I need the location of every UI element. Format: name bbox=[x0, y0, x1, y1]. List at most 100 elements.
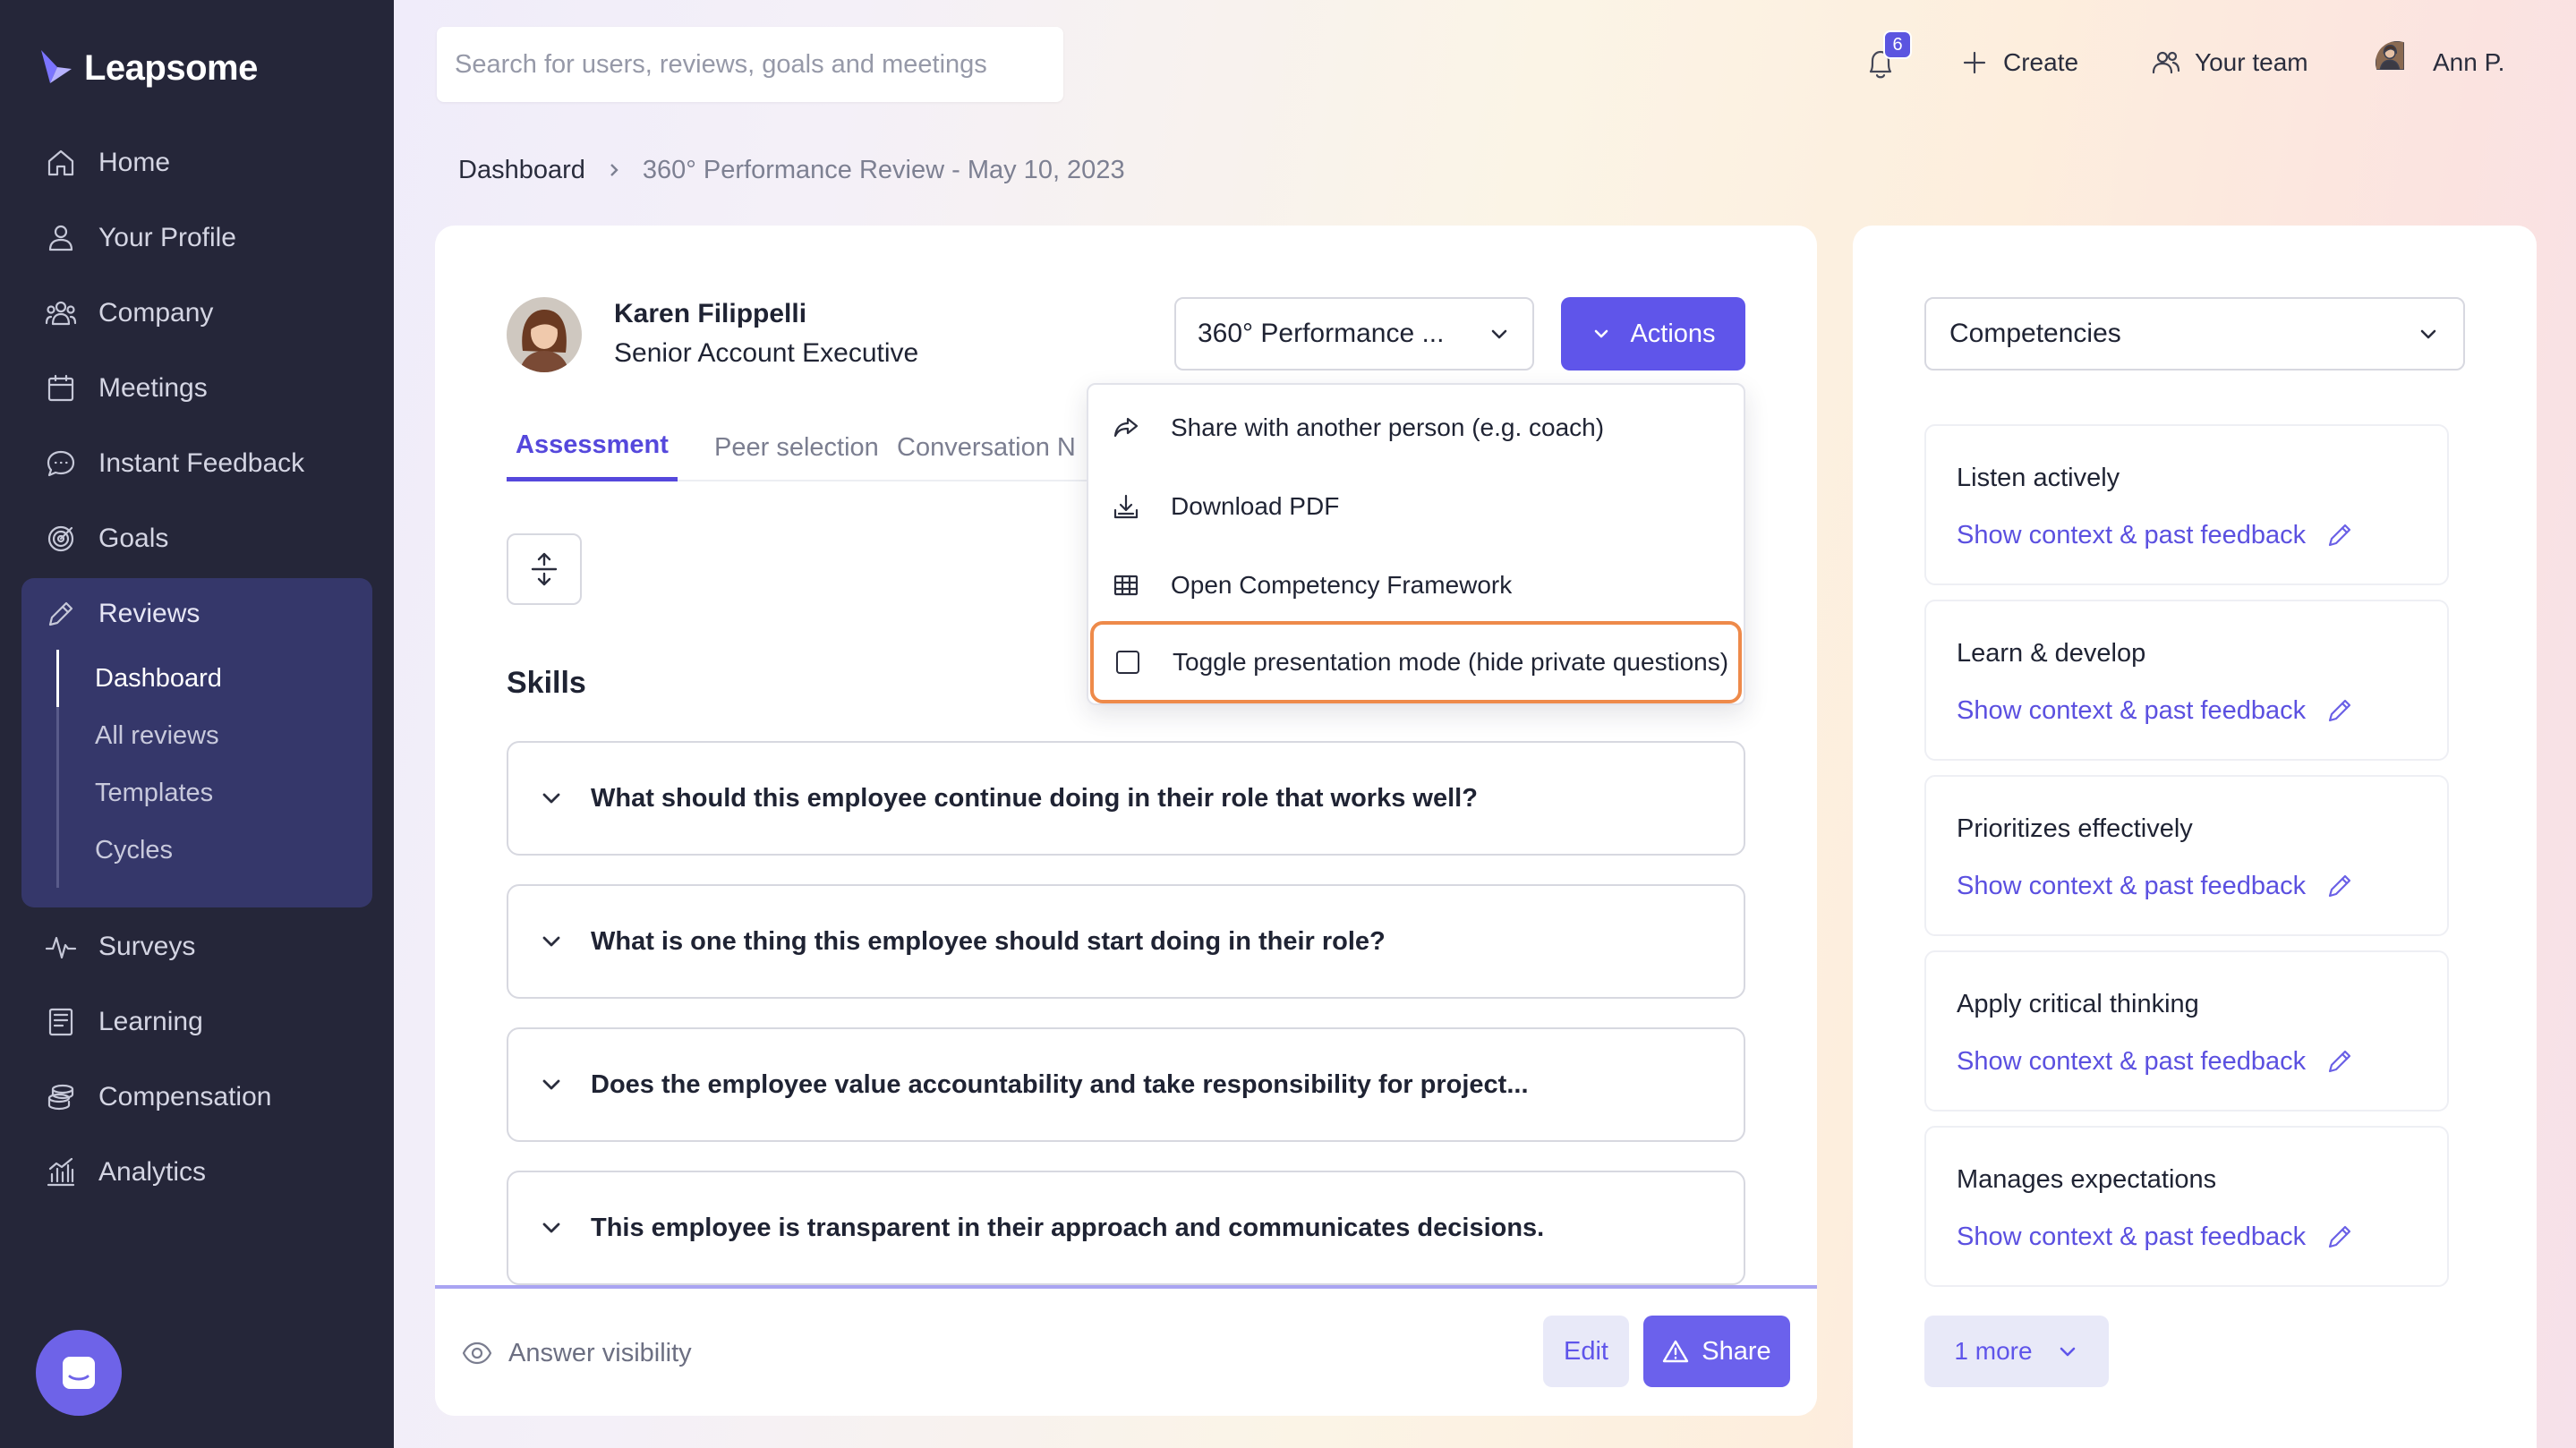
create-button[interactable]: Create bbox=[1960, 43, 2078, 82]
sidebar-item-meetings[interactable]: Meetings bbox=[45, 362, 208, 415]
question-item[interactable]: What is one thing this employee should s… bbox=[507, 884, 1745, 999]
question-item[interactable]: What should this employee continue doing… bbox=[507, 741, 1745, 856]
tab-peer-selection[interactable]: Peer selection bbox=[714, 413, 879, 481]
breadcrumb: Dashboard 360° Performance Review - May … bbox=[458, 150, 1125, 190]
tab-conversation[interactable]: Conversation N bbox=[897, 413, 1076, 481]
sidebar-item-company[interactable]: Company bbox=[45, 286, 213, 340]
menu-item-download-pdf[interactable]: Download PDF bbox=[1088, 467, 1744, 546]
chevron-right-icon bbox=[605, 161, 623, 179]
sidebar-item-label: Your Profile bbox=[98, 223, 236, 252]
menu-item-open-competency-framework[interactable]: Open Competency Framework bbox=[1088, 546, 1744, 625]
competency-link-label: Show context & past feedback bbox=[1957, 520, 2307, 549]
eye-icon bbox=[462, 1338, 492, 1368]
review-select[interactable]: 360° Performance ... bbox=[1174, 297, 1534, 371]
competency-link-label: Show context & past feedback bbox=[1957, 871, 2307, 900]
menu-item-toggle-presentation-mode[interactable]: Toggle presentation mode (hide private q… bbox=[1090, 621, 1742, 703]
sidebar-item-label: Surveys bbox=[98, 932, 196, 961]
global-search-input[interactable] bbox=[437, 27, 1063, 102]
pencil-icon bbox=[2325, 1222, 2354, 1251]
pencil-icon bbox=[2325, 521, 2354, 549]
chevron-down-icon bbox=[542, 1079, 560, 1090]
reviewee-name: Karen Filippelli bbox=[614, 299, 807, 328]
sidebar-subitem-templates[interactable]: Templates bbox=[95, 773, 213, 813]
chevron-down-icon bbox=[1591, 323, 1612, 345]
tab-assessment[interactable]: Assessment bbox=[507, 413, 678, 481]
show-context-link[interactable]: Show context & past feedback bbox=[1957, 693, 2354, 728]
competency-title: Manages expectations bbox=[1957, 1165, 2217, 1194]
menu-item-label: Share with another person (e.g. coach) bbox=[1171, 413, 1605, 441]
reviewee-avatar bbox=[507, 297, 582, 372]
create-label: Create bbox=[2003, 48, 2079, 76]
chevron-down-icon bbox=[1488, 322, 1511, 345]
submenu-active-indicator bbox=[56, 650, 59, 707]
section-title: Skills bbox=[507, 666, 586, 700]
show-context-link[interactable]: Show context & past feedback bbox=[1957, 868, 2354, 904]
sidebar-item-analytics[interactable]: Analytics bbox=[45, 1146, 206, 1199]
actions-button[interactable]: Actions bbox=[1561, 297, 1745, 371]
actions-menu: Share with another person (e.g. coach) D… bbox=[1087, 383, 1745, 705]
sidebar-subitem-all-reviews[interactable]: All reviews bbox=[95, 716, 219, 755]
leapsome-logo[interactable]: Leapsome bbox=[38, 43, 258, 93]
pencil-icon bbox=[2325, 872, 2354, 900]
answer-visibility-toggle[interactable]: Answer visibility bbox=[462, 1333, 692, 1373]
sidebar-item-surveys[interactable]: Surveys bbox=[45, 920, 195, 974]
checkbox-icon[interactable] bbox=[1116, 651, 1139, 674]
chevron-down-icon bbox=[542, 793, 560, 804]
download-icon bbox=[1112, 492, 1140, 521]
sidebar-item-learning[interactable]: Learning bbox=[45, 995, 203, 1049]
sidebar-item-instant-feedback[interactable]: Instant Feedback bbox=[45, 437, 304, 490]
reviewee-title: Senior Account Executive bbox=[614, 338, 919, 368]
sidebar-item-goals[interactable]: Goals bbox=[45, 512, 168, 566]
user-avatar bbox=[2376, 41, 2418, 84]
bar-chart-icon bbox=[45, 1156, 77, 1188]
chat-icon bbox=[45, 447, 77, 480]
competency-card: Prioritizes effectively Show context & p… bbox=[1924, 775, 2449, 936]
show-more-competencies-button[interactable]: 1 more bbox=[1924, 1316, 2109, 1387]
user-icon bbox=[45, 222, 77, 254]
support-chat-button[interactable] bbox=[36, 1330, 122, 1416]
answer-visibility-label: Answer visibility bbox=[508, 1338, 692, 1367]
more-label: 1 more bbox=[1954, 1337, 2033, 1365]
chevron-down-icon bbox=[2417, 322, 2440, 345]
share-button[interactable]: Share bbox=[1643, 1316, 1790, 1387]
target-icon bbox=[45, 523, 77, 555]
chevron-down-icon bbox=[2056, 1340, 2079, 1363]
grid-icon bbox=[1112, 571, 1140, 600]
competency-card: Apply critical thinking Show context & p… bbox=[1924, 950, 2449, 1112]
sidebar-item-compensation[interactable]: Compensation bbox=[45, 1070, 271, 1124]
show-context-link[interactable]: Show context & past feedback bbox=[1957, 1043, 2354, 1079]
user-name-label: Ann P. bbox=[2433, 48, 2505, 76]
question-text: This employee is transparent in their ap… bbox=[591, 1213, 1545, 1242]
competency-title: Listen actively bbox=[1957, 464, 2120, 492]
question-item[interactable]: Does the employee value accountability a… bbox=[507, 1027, 1745, 1142]
question-text: Does the employee value accountability a… bbox=[591, 1069, 1529, 1099]
sidebar-item-label: Company bbox=[98, 298, 214, 328]
question-text: What should this employee continue doing… bbox=[591, 783, 1478, 813]
expand-collapse-button[interactable] bbox=[507, 533, 582, 605]
sidebar-subitem-cycles[interactable]: Cycles bbox=[95, 830, 173, 870]
sidebar-item-label: Goals bbox=[98, 524, 169, 553]
user-menu-button[interactable]: Ann P. bbox=[2376, 41, 2505, 84]
your-team-button[interactable]: Your team bbox=[2152, 43, 2308, 82]
sidebar-item-home[interactable]: Home bbox=[45, 136, 170, 190]
pulse-icon bbox=[45, 931, 77, 963]
sidebar: Leapsome Home Your Profile Company Meeti… bbox=[0, 0, 394, 1448]
show-context-link[interactable]: Show context & past feedback bbox=[1957, 517, 2354, 553]
menu-item-label: Toggle presentation mode (hide private q… bbox=[1173, 648, 1729, 676]
sidebar-subitem-dashboard[interactable]: Dashboard bbox=[95, 659, 222, 698]
show-context-link[interactable]: Show context & past feedback bbox=[1957, 1219, 2354, 1255]
app-name: Leapsome bbox=[84, 47, 258, 88]
sidebar-item-reviews[interactable]: Reviews bbox=[45, 587, 200, 641]
edit-button[interactable]: Edit bbox=[1543, 1316, 1629, 1387]
question-item[interactable]: This employee is transparent in their ap… bbox=[507, 1171, 1745, 1285]
breadcrumb-dashboard-link[interactable]: Dashboard bbox=[458, 156, 585, 185]
expand-collapse-icon bbox=[529, 552, 559, 586]
competency-card: Learn & develop Show context & past feed… bbox=[1924, 600, 2449, 761]
menu-item-share-with-person[interactable]: Share with another person (e.g. coach) bbox=[1088, 388, 1744, 467]
calendar-icon bbox=[45, 372, 77, 405]
sidebar-item-your-profile[interactable]: Your Profile bbox=[45, 211, 236, 265]
home-icon bbox=[45, 147, 77, 179]
warning-triangle-icon bbox=[1662, 1338, 1689, 1365]
team-icon bbox=[2152, 48, 2180, 77]
competencies-select[interactable]: Competencies bbox=[1924, 297, 2465, 371]
